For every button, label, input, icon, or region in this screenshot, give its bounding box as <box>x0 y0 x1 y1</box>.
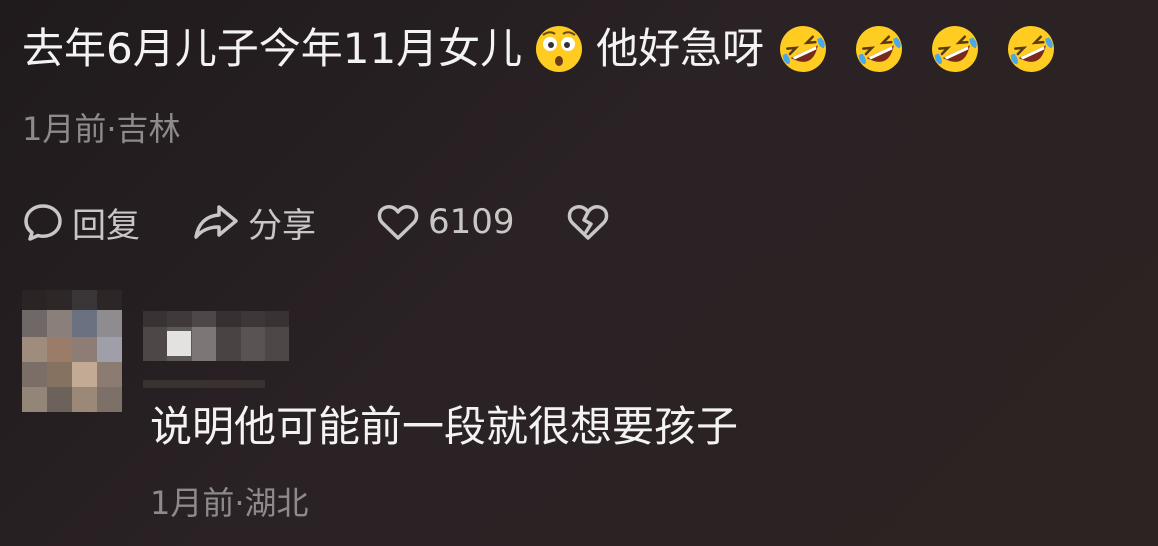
shocked-face-emoji <box>536 26 583 72</box>
username-underline <box>143 380 265 388</box>
share-button[interactable]: 分享 <box>192 196 376 248</box>
avatar[interactable] <box>22 290 122 412</box>
comment-meta: 1月前·吉林 <box>22 110 181 148</box>
username[interactable] <box>143 311 289 361</box>
share-arrow-icon <box>194 205 238 239</box>
rolling-laughing-emoji <box>1008 26 1055 72</box>
reply-button[interactable]: 回复 <box>22 196 192 248</box>
speech-bubble-icon <box>24 204 62 241</box>
heart-icon <box>377 205 419 240</box>
comment-text-part2: 他好急呀 <box>596 24 765 73</box>
comment-text-part1: 去年6月儿子今年11月女儿 <box>22 24 523 73</box>
rolling-laughing-emoji <box>780 26 827 72</box>
like-count: 6109 <box>428 202 515 242</box>
comment-actions: 回复 分享 6109 <box>22 196 610 248</box>
like-button[interactable]: 6109 <box>376 196 566 248</box>
comment-text: 去年6月儿子今年11月女儿 他好急呀 <box>22 18 1056 80</box>
reply-label: 回复 <box>72 205 140 246</box>
rolling-laughing-emoji <box>932 26 979 72</box>
dislike-button[interactable] <box>566 196 610 248</box>
share-label: 分享 <box>248 205 316 246</box>
rolling-laughing-emoji <box>856 26 903 72</box>
reply-text: 说明他可能前一段就很想要孩子 <box>150 402 739 451</box>
broken-heart-icon <box>567 205 609 240</box>
reply-meta: 1月前·湖北 <box>150 484 309 522</box>
